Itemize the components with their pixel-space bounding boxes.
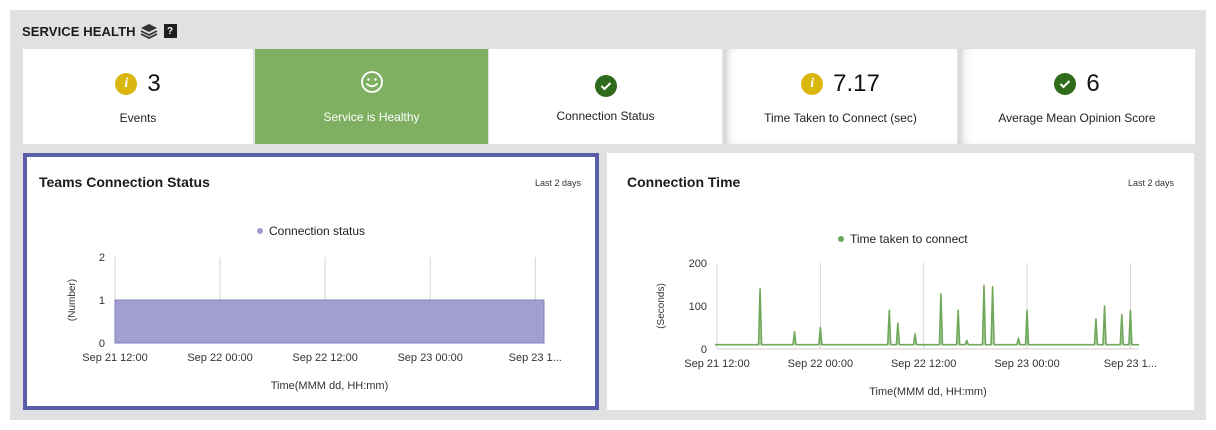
info-icon: i [801, 72, 824, 95]
check-icon [594, 74, 617, 97]
x-axis-label: Time(MMM dd, HH:mm) [271, 380, 389, 392]
service-health-container: SERVICE HEALTH ? i 3 Events Service is H… [10, 10, 1206, 420]
x-tick-label: Sep 23 1... [509, 352, 562, 364]
x-tick-label: Sep 21 12:00 [684, 358, 749, 370]
legend-label: Time taken to connect [850, 232, 968, 246]
service-healthy-label: Service is Healthy [323, 109, 420, 124]
y-axis-label: (Seconds) [656, 283, 667, 329]
time-to-connect-value: 7.17 [833, 69, 880, 97]
y-tick-label: 0 [701, 344, 707, 356]
y-axis-label: (Number) [67, 279, 78, 321]
events-count: 3 [147, 69, 161, 97]
y-tick-label: 2 [99, 252, 105, 264]
layers-icon[interactable] [140, 23, 158, 40]
y-tick-label: 100 [689, 301, 707, 313]
legend-marker [257, 228, 263, 234]
x-tick-label: Sep 22 00:00 [187, 352, 252, 364]
x-tick-label: Sep 22 12:00 [292, 352, 357, 364]
x-tick-label: Sep 23 00:00 [994, 358, 1059, 370]
check-icon [1054, 72, 1077, 95]
line-series [714, 284, 1139, 346]
y-tick-label: 0 [99, 338, 105, 350]
time-to-connect-label: Time Taken to Connect (sec) [764, 110, 917, 125]
connection-status-label: Connection Status [556, 108, 655, 123]
time-to-connect-tile[interactable]: i 7.17 Time Taken to Connect (sec) [724, 49, 957, 144]
events-tile[interactable]: i 3 Events [23, 49, 253, 144]
x-tick-label: Sep 23 00:00 [397, 352, 462, 364]
status-tiles: i 3 Events Service is Healthy Connection… [23, 49, 1195, 144]
y-tick-label: 1 [99, 295, 105, 307]
service-healthy-tile[interactable]: Service is Healthy [255, 49, 488, 144]
connection-time-panel[interactable]: Connection Time Last 2 days Time taken t… [607, 153, 1194, 410]
mos-label: Average Mean Opinion Score [998, 110, 1156, 125]
section-header: SERVICE HEALTH ? [22, 22, 177, 40]
info-icon: i [115, 72, 138, 95]
x-tick-label: Sep 23 1... [1104, 358, 1157, 370]
connection-status-chart: Connection status 0 1 2 Sep 21 12:00 Sep 22 0… [67, 224, 562, 392]
section-title: SERVICE HEALTH [22, 23, 136, 39]
mos-value: 6 [1086, 69, 1100, 97]
smiley-icon [360, 70, 384, 99]
events-label: Events [119, 110, 157, 125]
help-icon[interactable]: ? [163, 24, 177, 38]
area-series [114, 299, 545, 344]
mos-tile[interactable]: 6 Average Mean Opinion Score [959, 49, 1195, 144]
teams-connection-status-panel[interactable]: Teams Connection Status Last 2 days Conn… [23, 153, 599, 410]
x-tick-label: Sep 21 12:00 [82, 352, 147, 364]
legend-label: Connection status [269, 224, 365, 238]
x-tick-label: Sep 22 00:00 [788, 358, 853, 370]
connection-time-chart: Time taken to connect 0 100 200 Sep 21 12:00… [656, 232, 1157, 398]
connection-status-tile[interactable]: Connection Status [489, 49, 722, 144]
legend-marker [838, 236, 844, 242]
y-tick-label: 200 [689, 258, 707, 270]
x-axis-label: Time(MMM dd, HH:mm) [869, 386, 987, 398]
x-tick-label: Sep 22 12:00 [891, 358, 956, 370]
